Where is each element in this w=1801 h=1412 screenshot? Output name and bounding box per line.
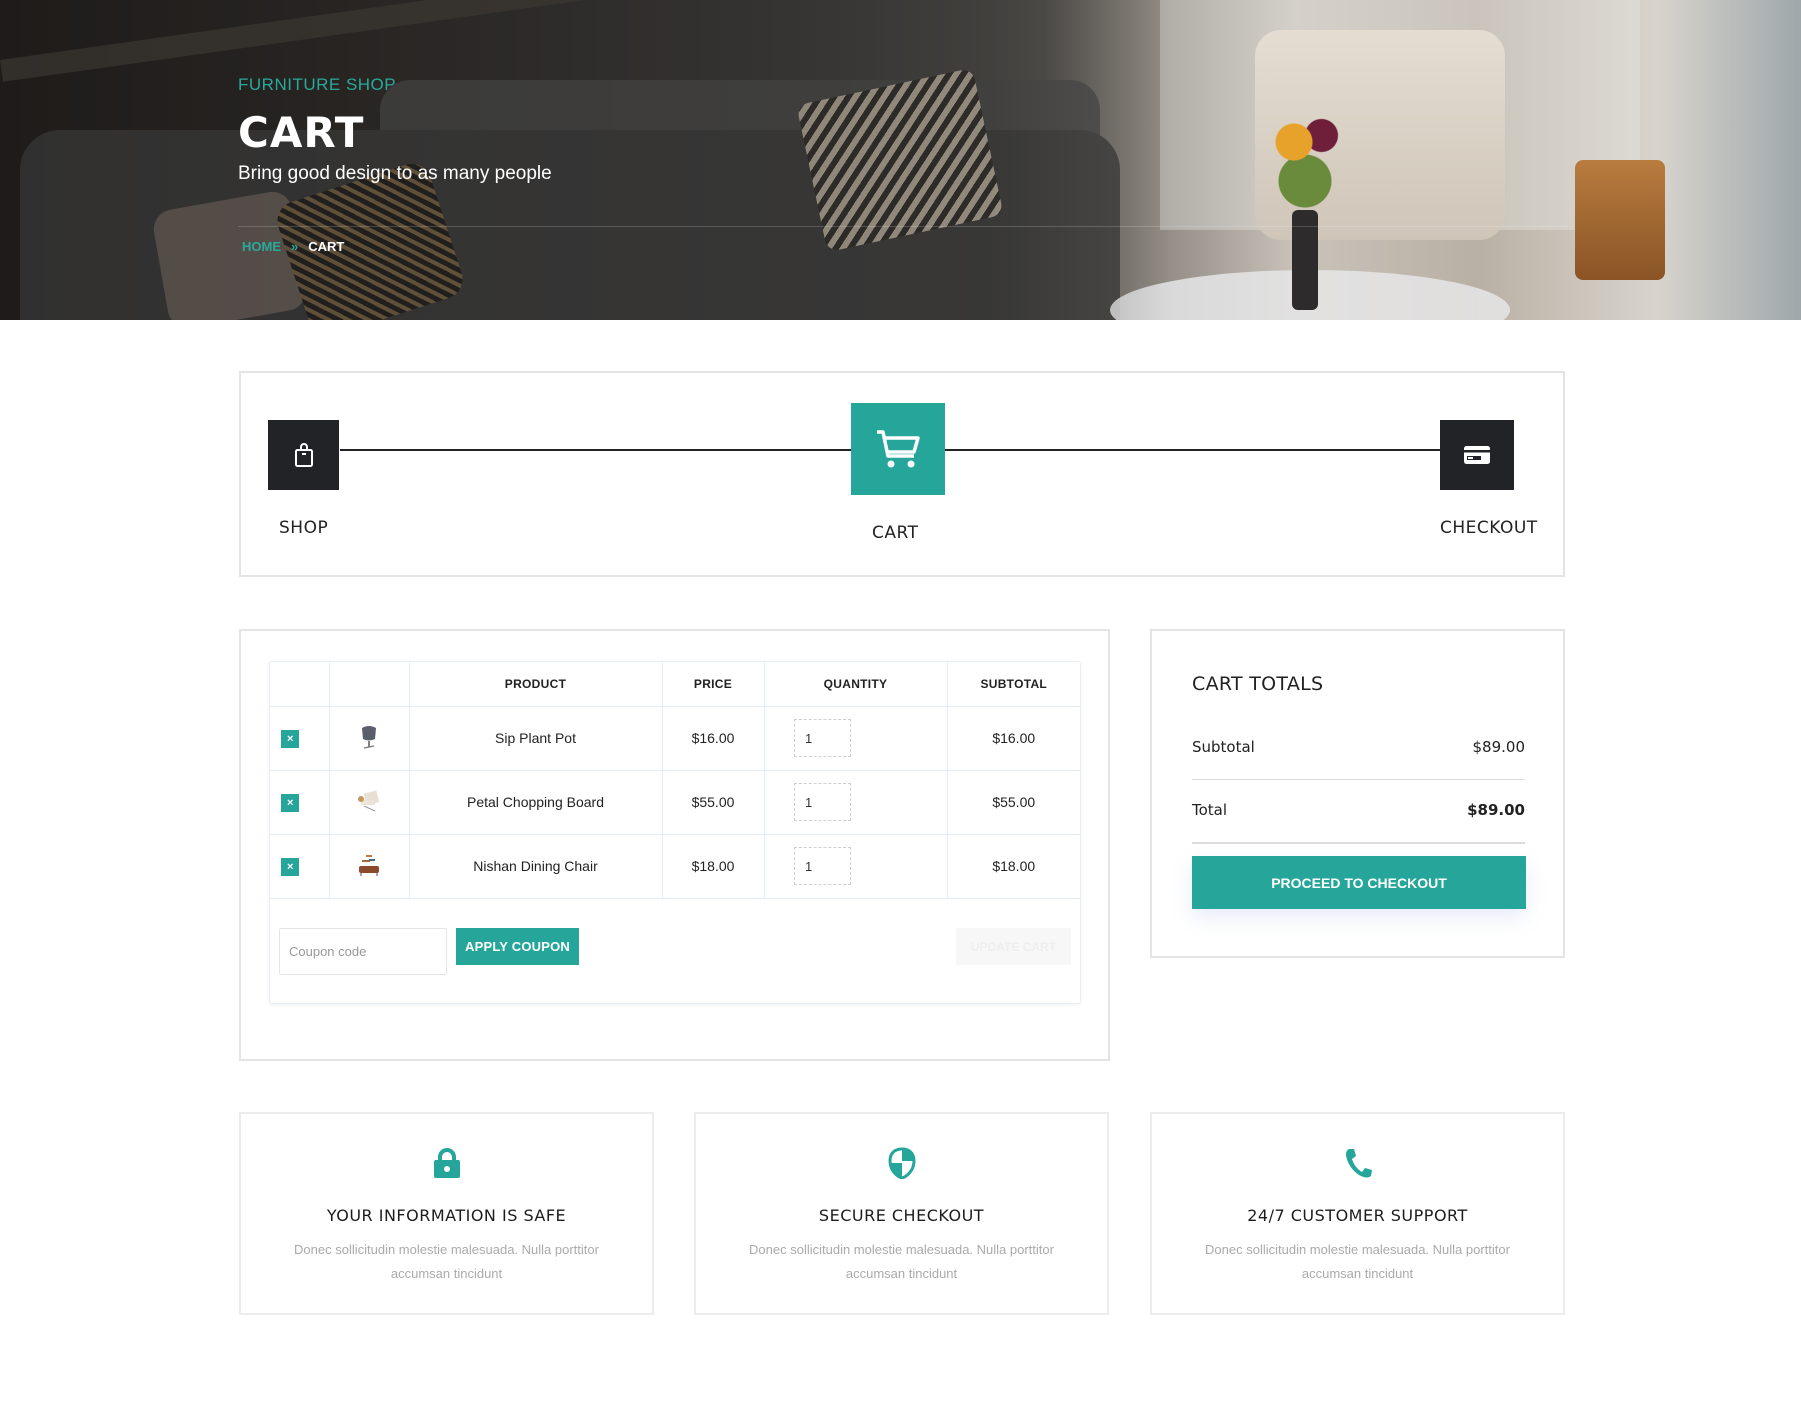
feature-card-secure-checkout: SECURE CHECKOUT Donec sollicitudin moles… bbox=[694, 1112, 1109, 1315]
header-subtotal: SUBTOTAL bbox=[946, 662, 1080, 707]
thumbnail-cell bbox=[328, 705, 410, 771]
remove-cell: × bbox=[270, 769, 330, 835]
quantity-input[interactable] bbox=[794, 719, 851, 757]
step-connector bbox=[340, 449, 852, 451]
apply-coupon-button[interactable]: APPLY COUPON bbox=[456, 928, 579, 965]
quantity-cell bbox=[763, 705, 948, 771]
cart-totals-panel: CART TOTALS Subtotal $89.00 Total $89.00… bbox=[1150, 629, 1565, 958]
subtotal-row: Subtotal $89.00 bbox=[1192, 738, 1525, 756]
table-header-row: PRODUCT PRICE QUANTITY SUBTOTAL bbox=[270, 662, 1080, 707]
step-checkout[interactable] bbox=[1440, 420, 1514, 490]
product-subtotal: $55.00 bbox=[946, 769, 1080, 835]
quantity-cell bbox=[763, 833, 948, 899]
step-label-checkout: CHECKOUT bbox=[1440, 518, 1538, 538]
hero-kicker: FURNITURE SHOP bbox=[238, 75, 397, 94]
cart-table: PRODUCT PRICE QUANTITY SUBTOTAL × Sip Pl… bbox=[270, 662, 1080, 899]
product-name[interactable]: Nishan Dining Chair bbox=[408, 833, 663, 899]
breadcrumb-current: CART bbox=[308, 239, 345, 254]
feature-title: 24/7 CUSTOMER SUPPORT bbox=[1247, 1206, 1468, 1225]
table-row: × Nishan Dining Chair $18.00 1 $18.00 bbox=[270, 833, 1080, 899]
header-remove bbox=[270, 662, 330, 707]
shopping-bag-icon bbox=[294, 443, 313, 467]
product-price: $55.00 bbox=[661, 769, 765, 835]
quantity-input[interactable] bbox=[794, 847, 851, 885]
update-cart-button[interactable]: UPDATE CART bbox=[956, 928, 1071, 965]
quantity-cell bbox=[763, 769, 948, 835]
step-label-cart: CART bbox=[872, 523, 919, 543]
header-price: PRICE bbox=[661, 662, 765, 707]
divider bbox=[1192, 842, 1525, 844]
credit-card-icon bbox=[1464, 446, 1490, 464]
breadcrumb-home-link[interactable]: HOME bbox=[242, 239, 281, 254]
feature-title: YOUR INFORMATION IS SAFE bbox=[326, 1206, 567, 1225]
hero-banner: FURNITURE SHOP CART Bring good design to… bbox=[0, 0, 1801, 320]
product-name[interactable]: Sip Plant Pot bbox=[408, 705, 663, 771]
step-cart[interactable] bbox=[851, 403, 945, 495]
cart-totals-title: CART TOTALS bbox=[1192, 673, 1324, 695]
total-row: Total $89.00 bbox=[1192, 801, 1525, 819]
remove-item-button[interactable]: × bbox=[281, 857, 300, 876]
step-connector bbox=[944, 449, 1440, 451]
feature-text: Donec sollicitudin molestie malesuada. N… bbox=[749, 1242, 1054, 1281]
product-name[interactable]: Petal Chopping Board bbox=[408, 769, 663, 835]
hero-subtitle: Bring good design to as many people bbox=[238, 163, 552, 184]
proceed-to-checkout-button[interactable]: PROCEED TO CHECKOUT bbox=[1192, 856, 1526, 909]
header-quantity: QUANTITY bbox=[763, 662, 948, 707]
lock-icon bbox=[433, 1148, 460, 1178]
breadcrumb-separator-icon: » bbox=[291, 239, 299, 254]
cart-table-wrapper: PRODUCT PRICE QUANTITY SUBTOTAL × Sip Pl… bbox=[269, 661, 1081, 1004]
sideboard-thumbnail-icon[interactable] bbox=[355, 851, 383, 879]
remove-item-button[interactable]: × bbox=[281, 729, 300, 748]
cart-icon bbox=[877, 430, 920, 468]
phone-icon bbox=[1345, 1149, 1372, 1178]
step-label-shop: SHOP bbox=[279, 518, 329, 538]
lounge-chair-thumbnail-icon[interactable] bbox=[355, 787, 383, 815]
hero-divider bbox=[238, 226, 1568, 227]
header-product: PRODUCT bbox=[408, 662, 663, 707]
cart-section: PRODUCT PRICE QUANTITY SUBTOTAL × Sip Pl… bbox=[239, 629, 1110, 1061]
thumbnail-cell bbox=[328, 769, 410, 835]
shield-icon bbox=[887, 1147, 916, 1179]
remove-item-button[interactable]: × bbox=[281, 793, 300, 812]
remove-cell: × bbox=[270, 833, 330, 899]
product-subtotal: $16.00 bbox=[946, 705, 1080, 771]
feature-text: Donec sollicitudin molestie malesuada. N… bbox=[294, 1242, 599, 1281]
breadcrumb: HOME » CART bbox=[242, 239, 344, 254]
product-subtotal: $18.00 bbox=[946, 833, 1080, 899]
subtotal-label: Subtotal bbox=[1192, 738, 1255, 756]
coupon-code-input[interactable] bbox=[279, 928, 447, 975]
quantity-input[interactable] bbox=[794, 783, 851, 821]
total-value: $89.00 bbox=[1467, 801, 1525, 819]
feature-title: SECURE CHECKOUT bbox=[818, 1206, 985, 1225]
subtotal-value: $89.00 bbox=[1472, 738, 1526, 756]
chair-thumbnail-icon[interactable] bbox=[355, 723, 383, 751]
table-row: × Sip Plant Pot $16.00 $16.00 bbox=[270, 705, 1080, 771]
step-shop[interactable] bbox=[268, 420, 339, 490]
feature-text: Donec sollicitudin molestie malesuada. N… bbox=[1205, 1242, 1510, 1281]
checkout-steps: SHOP CART CHECKOUT bbox=[239, 371, 1565, 577]
feature-card-customer-support: 24/7 CUSTOMER SUPPORT Donec sollicitudin… bbox=[1150, 1112, 1565, 1315]
divider bbox=[1192, 779, 1525, 780]
header-thumbnail bbox=[328, 662, 410, 707]
remove-cell: × bbox=[270, 705, 330, 771]
feature-card-info-safe: YOUR INFORMATION IS SAFE Donec sollicitu… bbox=[239, 1112, 654, 1315]
page-title: CART bbox=[238, 108, 365, 157]
thumbnail-cell bbox=[328, 833, 410, 899]
hero-overlay bbox=[0, 0, 1801, 320]
product-price: $16.00 bbox=[661, 705, 765, 771]
product-price: $18.00 bbox=[661, 833, 765, 899]
total-label: Total bbox=[1192, 801, 1228, 819]
table-row: × Petal Chopping Board $55.00 $55.00 bbox=[270, 769, 1080, 835]
